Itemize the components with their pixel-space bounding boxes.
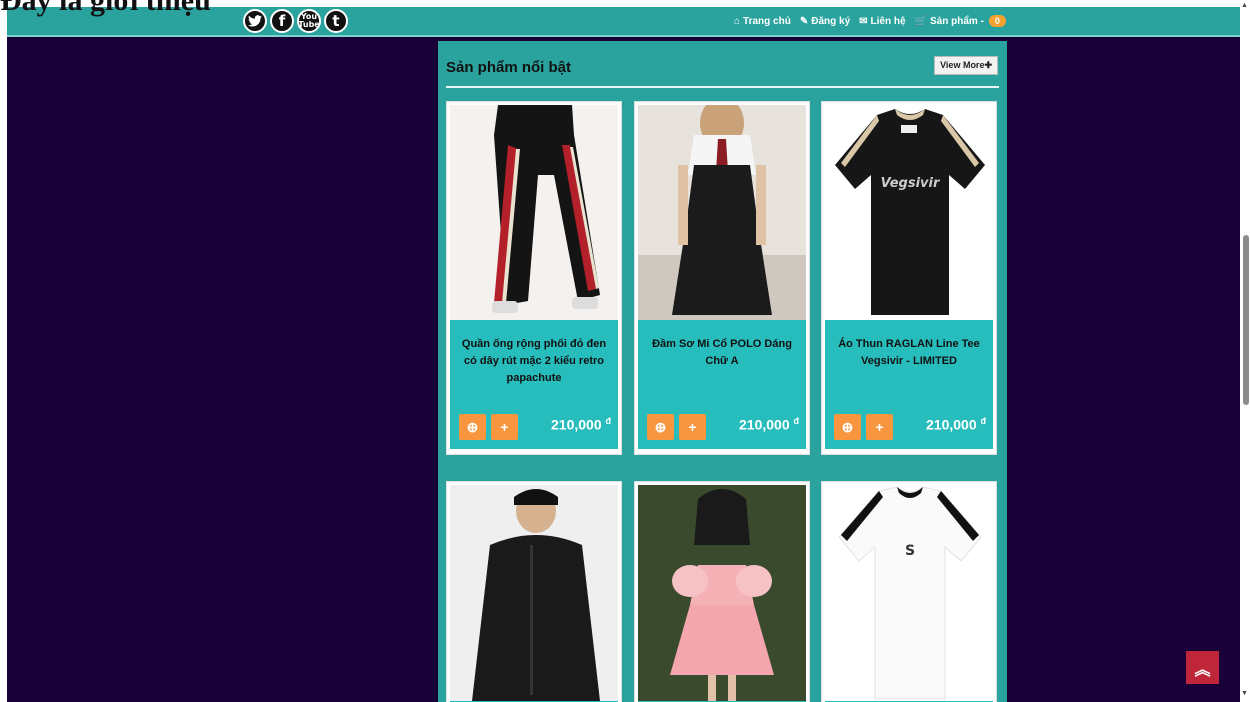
currency-symbol: đ bbox=[605, 416, 612, 426]
product-image[interactable]: Vegsivir bbox=[825, 105, 993, 320]
add-to-cart-button[interactable]: + bbox=[491, 414, 518, 440]
scrollbar-thumb[interactable] bbox=[1243, 235, 1249, 405]
product-card[interactable]: Đầm Sơ Mi Cổ POLO Dáng Chữ A ⊕ + 210,000… bbox=[634, 101, 810, 455]
product-card[interactable]: Quần ống rộng phối đỏ đen có dây rút mặc… bbox=[446, 101, 622, 455]
product-price: 210,000 đ bbox=[926, 416, 986, 433]
youtube-icon[interactable]: You Tube bbox=[297, 9, 321, 33]
currency-symbol: đ bbox=[980, 416, 987, 426]
zoom-icon: ⊕ bbox=[841, 418, 854, 435]
cart-icon: 🛒 bbox=[914, 15, 927, 27]
nav-register[interactable]: ✎ Đăng ký bbox=[800, 16, 850, 27]
product-image[interactable] bbox=[638, 105, 806, 320]
cart-count-badge: 0 bbox=[988, 15, 1006, 27]
plus-icon: ✚ bbox=[984, 60, 992, 70]
product-card[interactable] bbox=[634, 481, 810, 702]
twitter-icon[interactable] bbox=[243, 9, 267, 33]
scroll-up-arrow-icon[interactable]: ▲ bbox=[1241, 2, 1248, 9]
page-heading-clipped: Đây là giới thiệu bbox=[0, 0, 211, 17]
zoom-icon: ⊕ bbox=[466, 418, 479, 435]
price-value: 210,000 bbox=[551, 416, 602, 433]
edit-icon: ✎ bbox=[799, 15, 809, 27]
currency-symbol: đ bbox=[793, 416, 800, 426]
featured-products-panel: Sản phẩm nổi bật View More✚ Quần ống rộn… bbox=[438, 41, 1007, 702]
view-more-label: View More bbox=[940, 60, 985, 70]
scroll-down-arrow-icon[interactable]: ▼ bbox=[1241, 690, 1248, 697]
product-price: 210,000 đ bbox=[551, 416, 611, 433]
product-image[interactable] bbox=[450, 485, 618, 701]
nav-products[interactable]: 🛒 Sản phẩm - 0 bbox=[915, 15, 1006, 27]
product-price: 210,000 đ bbox=[739, 416, 799, 433]
facebook-icon[interactable]: f bbox=[270, 9, 294, 33]
price-value: 210,000 bbox=[739, 416, 790, 433]
product-card[interactable]: S bbox=[821, 481, 997, 702]
nav-register-label: Đăng ký bbox=[811, 15, 851, 27]
svg-text:Vegsivir: Vegsivir bbox=[881, 176, 941, 191]
page-scrollbar[interactable]: ▲ ▼ bbox=[1240, 0, 1250, 702]
tumblr-icon[interactable]: t bbox=[324, 9, 348, 33]
plus-icon: + bbox=[875, 419, 884, 435]
nav-home-label: Trang chủ bbox=[743, 15, 791, 27]
back-to-top-button[interactable]: ︽ bbox=[1186, 651, 1219, 684]
product-info: Đầm Sơ Mi Cổ POLO Dáng Chữ A ⊕ + 210,000… bbox=[638, 320, 806, 449]
home-icon: ⌂ bbox=[734, 15, 741, 27]
page-background: f You Tube t ⌂ Trang chủ ✎ Đăng ký ✉ Liê… bbox=[7, 7, 1240, 702]
product-name[interactable]: Áo Thun RAGLAN Line Tee Vegsivir - LIMIT… bbox=[831, 336, 987, 370]
main-nav: ⌂ Trang chủ ✎ Đăng ký ✉ Liên hệ 🛒 Sản ph… bbox=[734, 15, 1006, 27]
svg-text:S: S bbox=[905, 543, 915, 559]
product-card[interactable]: Vegsivir Áo Thun RAGLAN Line Tee Vegsivi… bbox=[821, 101, 997, 455]
product-image[interactable] bbox=[450, 105, 618, 320]
price-value: 210,000 bbox=[926, 416, 977, 433]
zoom-button[interactable]: ⊕ bbox=[647, 414, 674, 440]
nav-home[interactable]: ⌂ Trang chủ bbox=[734, 16, 791, 27]
plus-icon: + bbox=[688, 419, 697, 435]
social-links: f You Tube t bbox=[243, 9, 348, 33]
zoom-icon: ⊕ bbox=[654, 418, 667, 435]
view-more-button[interactable]: View More✚ bbox=[934, 56, 998, 75]
envelope-icon: ✉ bbox=[859, 15, 868, 27]
add-to-cart-button[interactable]: + bbox=[679, 414, 706, 440]
add-to-cart-button[interactable]: + bbox=[866, 414, 893, 440]
zoom-button[interactable]: ⊕ bbox=[834, 414, 861, 440]
double-chevron-up-icon: ︽ bbox=[1194, 661, 1211, 679]
product-info: Áo Thun RAGLAN Line Tee Vegsivir - LIMIT… bbox=[825, 320, 993, 449]
product-name[interactable]: Quần ống rộng phối đỏ đen có dây rút mặc… bbox=[456, 336, 612, 387]
panel-divider bbox=[446, 86, 999, 88]
nav-contact-label: Liên hệ bbox=[870, 15, 906, 27]
plus-icon: + bbox=[500, 419, 509, 435]
product-info: Quần ống rộng phối đỏ đen có dây rút mặc… bbox=[450, 320, 618, 449]
nav-products-label: Sản phẩm - bbox=[930, 15, 984, 27]
product-name[interactable]: Đầm Sơ Mi Cổ POLO Dáng Chữ A bbox=[644, 336, 800, 370]
product-image[interactable]: S bbox=[825, 485, 993, 701]
product-image[interactable] bbox=[638, 485, 806, 701]
product-card[interactable] bbox=[446, 481, 622, 702]
panel-title: Sản phẩm nổi bật bbox=[446, 59, 572, 76]
nav-contact[interactable]: ✉ Liên hệ bbox=[859, 16, 905, 27]
zoom-button[interactable]: ⊕ bbox=[459, 414, 486, 440]
